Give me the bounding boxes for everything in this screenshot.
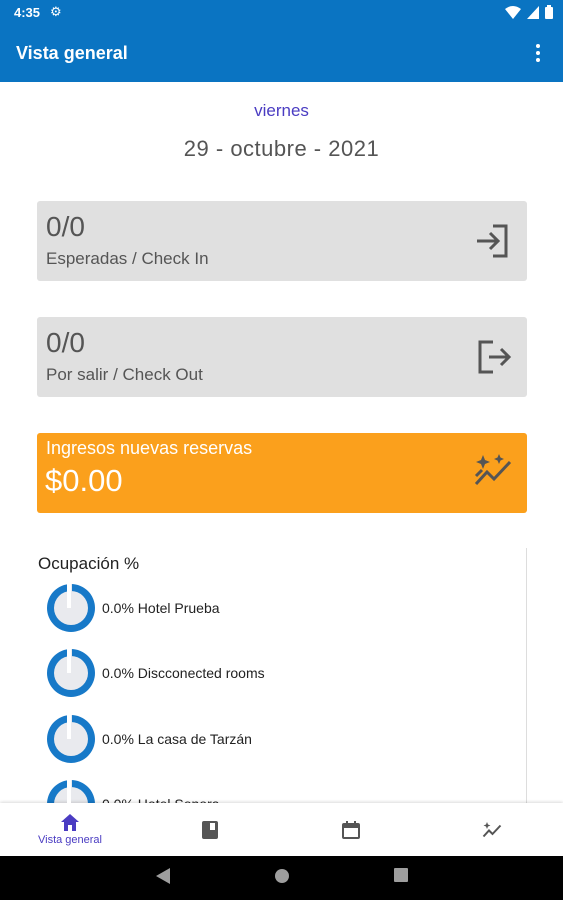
signal-icon xyxy=(527,5,539,19)
nav-item-stats[interactable] xyxy=(422,803,562,856)
auto-graph-icon xyxy=(482,821,502,837)
logout-icon xyxy=(478,340,512,374)
nav-item-calendar[interactable] xyxy=(281,803,421,856)
occupancy-item-label: 0.0% La casa de Tarzán xyxy=(102,731,252,747)
check-in-label: Esperadas / Check In xyxy=(46,249,209,268)
nav-item-reservations[interactable] xyxy=(140,803,280,856)
occupancy-donut-chart xyxy=(47,584,95,632)
login-icon xyxy=(477,224,508,258)
wifi-icon xyxy=(505,5,521,19)
occupancy-donut-chart xyxy=(47,780,95,804)
occupancy-item-label: 0.0% Discconected rooms xyxy=(102,665,265,681)
occupancy-item[interactable]: 0.0% Discconected rooms xyxy=(47,645,265,701)
home-icon xyxy=(61,813,79,831)
revenue-title: Ingresos nuevas reservas xyxy=(46,438,253,458)
nav-item-vista-general[interactable]: Vista general xyxy=(0,803,140,856)
check-in-card[interactable]: 0/0 Esperadas / Check In xyxy=(37,201,527,281)
occupancy-item-label: 0.0% Hotel Prueba xyxy=(102,600,220,616)
bottom-navigation: Vista general xyxy=(0,803,563,856)
more-vert-icon[interactable] xyxy=(531,41,545,65)
occupancy-panel: Ocupación % 0.0% Hotel Prueba 0.0% Discc… xyxy=(37,548,527,804)
revenue-amount: $0.00 xyxy=(45,463,123,498)
occupancy-item[interactable]: 0.0% Hotel Sonora xyxy=(47,776,220,804)
check-out-label: Por salir / Check Out xyxy=(46,365,203,384)
back-icon[interactable] xyxy=(156,868,170,884)
check-out-card[interactable]: 0/0 Por salir / Check Out xyxy=(37,317,527,397)
app-bar: Vista general xyxy=(0,24,563,82)
date-label: 29 - octubre - 2021 xyxy=(183,136,380,161)
status-icons xyxy=(505,5,553,19)
occupancy-title: Ocupación % xyxy=(38,554,140,573)
status-bar: 4:35 ⚙ xyxy=(0,0,563,24)
book-icon xyxy=(202,820,218,839)
revenue-card[interactable]: Ingresos nuevas reservas $0.00 xyxy=(37,433,527,513)
weekday-label: viernes xyxy=(254,101,309,120)
occupancy-item[interactable]: 0.0% La casa de Tarzán xyxy=(47,711,252,767)
status-time: 4:35 xyxy=(14,5,41,20)
gear-icon: ⚙ xyxy=(50,4,62,19)
home-button-icon[interactable] xyxy=(274,868,290,884)
check-out-count: 0/0 xyxy=(46,327,85,358)
occupancy-item[interactable]: 0.0% Hotel Prueba xyxy=(47,580,220,636)
auto-graph-icon xyxy=(474,454,512,486)
page-title: Vista general xyxy=(16,43,128,63)
recents-icon[interactable] xyxy=(394,868,408,882)
nav-item-label: Vista general xyxy=(37,833,102,846)
occupancy-donut-chart xyxy=(47,649,95,697)
battery-icon xyxy=(545,5,553,19)
occupancy-donut-chart xyxy=(47,715,95,763)
calendar-icon xyxy=(342,820,360,839)
check-in-count: 0/0 xyxy=(46,211,85,242)
system-navigation-bar xyxy=(0,856,563,900)
